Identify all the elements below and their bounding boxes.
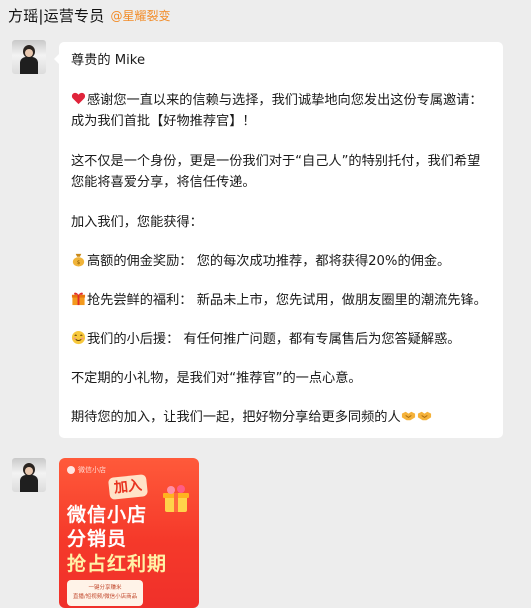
message-bubble[interactable]: 尊贵的 Mike 感谢您一直以来的信赖与选择，我们诚挚地向您发出这份专属邀请：成… (54, 42, 503, 438)
identity-paragraph: 这不仅是一个身份，更是一份我们对于“自己人”的特别托付，我们希望您能将喜爱分享，… (71, 154, 481, 190)
svg-text:$: $ (77, 260, 81, 266)
greeting-text: 尊贵的 Mike (71, 53, 146, 68)
benefits-intro: 加入我们，您能获得： (71, 215, 203, 230)
benefit-trial: 抢先尝鲜的福利： 新品未上市，您先试用，做朋友圈里的潮流先锋。 (71, 290, 491, 311)
card-brand: 微信小店 (67, 465, 106, 475)
card-line-2: 分销员 (67, 528, 128, 550)
gift-icon (71, 292, 86, 306)
money-bag-icon: $ (72, 253, 85, 267)
gift-box-icon (163, 485, 189, 512)
gift-paragraph: 不定期的小礼物，是我们对“推荐官”的一点心意。 (71, 371, 362, 386)
promo-image-card[interactable]: 微信小店 加入 微信小店 分销员 抢占红利期 一键分享赚米 直播/短视频/微信小… (59, 458, 199, 608)
card-line-3: 抢占红利期 (67, 553, 168, 575)
contact-title[interactable]: 方瑶|运营专员 (8, 5, 104, 26)
handshake-icon (417, 411, 431, 421)
card-foot-line-2: 直播/短视频/微信小店商品 (72, 594, 138, 600)
card-join-badge: 加入 (107, 474, 149, 500)
smiling-face-icon (71, 330, 86, 345)
heart-icon (71, 92, 86, 105)
card-line-1: 微信小店 (67, 504, 148, 526)
closing-paragraph: 期待您的加入，让我们一起，把好物分享给更多同频的人 (71, 407, 491, 428)
benefit-commission: $ 高额的佣金奖励： 您的每次成功推荐，都将获得20%的佣金。 (71, 251, 491, 272)
contact-org[interactable]: @星耀裂变 (110, 7, 170, 24)
benefit-support: 我们的小后援： 有任何推广问题，都有专属售后为您答疑解惑。 (71, 329, 491, 350)
sender-avatar-2[interactable] (12, 458, 46, 492)
card-foot: 一键分享赚米 直播/短视频/微信小店商品 (67, 580, 143, 606)
chat-header: 方瑶|运营专员 @星耀裂变 (0, 0, 531, 30)
invite-paragraph: 感谢您一直以来的信赖与选择，我们诚挚地向您发出这份专属邀请：成为我们首批【好物推… (71, 92, 483, 129)
sender-avatar[interactable] (12, 40, 46, 74)
handshake-icon (401, 411, 415, 421)
brand-logo-icon (67, 466, 75, 474)
card-foot-line-1: 一键分享赚米 (88, 585, 122, 591)
